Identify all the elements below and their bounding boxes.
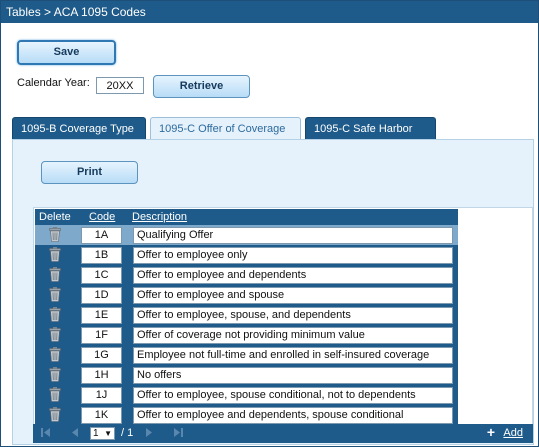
trash-icon[interactable] <box>49 347 61 362</box>
trash-icon[interactable] <box>49 327 61 342</box>
table-row[interactable]: 1H No offers <box>35 365 458 385</box>
table-row[interactable]: 1K Offer to employee and dependents, spou… <box>35 405 458 425</box>
code-field[interactable]: 1D <box>81 287 122 304</box>
trash-icon[interactable] <box>49 307 61 322</box>
print-button[interactable]: Print <box>41 161 138 184</box>
retrieve-button[interactable]: Retrieve <box>153 75 250 98</box>
column-header-delete: Delete <box>39 211 71 223</box>
code-field[interactable]: 1F <box>81 327 122 344</box>
code-field[interactable]: 1B <box>81 247 122 264</box>
code-field[interactable]: 1A <box>81 227 122 244</box>
tab-1095c-safe-harbor[interactable]: 1095-C Safe Harbor <box>305 117 436 140</box>
codes-grid: Delete Code Description 1A Qualifying Off… <box>33 207 533 443</box>
calendar-year-input[interactable] <box>96 77 144 94</box>
first-page-icon[interactable] <box>41 427 51 442</box>
description-field[interactable]: Employee not full-time and enrolled in s… <box>133 347 453 364</box>
table-row[interactable]: 1F Offer of coverage not providing minimu… <box>35 325 458 345</box>
code-field[interactable]: 1J <box>81 387 122 404</box>
prev-page-icon[interactable] <box>71 427 79 442</box>
add-link[interactable]: Add <box>503 427 523 440</box>
description-field[interactable]: Offer of coverage not providing minimum … <box>133 327 453 344</box>
table-row[interactable]: 1G Employee not full-time and enrolled in… <box>35 345 458 365</box>
code-field[interactable]: 1K <box>81 407 122 424</box>
code-field[interactable]: 1H <box>81 367 122 384</box>
plus-icon[interactable]: + <box>487 425 495 440</box>
page-total: / 1 <box>121 427 134 439</box>
code-field[interactable]: 1E <box>81 307 122 324</box>
page-select[interactable]: 1 ▼ <box>90 427 115 440</box>
description-field[interactable]: Offer to employee and spouse <box>133 287 453 304</box>
chevron-down-icon: ▼ <box>104 429 112 438</box>
description-field[interactable]: Offer to employee, spouse, and dependent… <box>133 307 453 324</box>
save-button[interactable]: Save <box>17 40 116 65</box>
table-row[interactable]: 1D Offer to employee and spouse <box>35 285 458 305</box>
table-row[interactable]: 1B Offer to employee only <box>35 245 458 265</box>
description-field[interactable]: Offer to employee, spouse conditional, n… <box>133 387 453 404</box>
column-header-code[interactable]: Code <box>89 210 115 224</box>
grid-header: Delete Code Description <box>35 209 458 225</box>
trash-icon[interactable] <box>49 387 61 402</box>
trash-icon[interactable] <box>49 247 61 262</box>
trash-icon[interactable] <box>49 367 61 382</box>
page-select-value: 1 <box>93 428 99 439</box>
grid-pager: 1 ▼ / 1 + Add <box>33 424 533 443</box>
table-row[interactable]: 1J Offer to employee, spouse conditional,… <box>35 385 458 405</box>
trash-icon[interactable] <box>49 287 61 302</box>
table-row[interactable]: 1A Qualifying Offer <box>35 225 458 245</box>
description-field[interactable]: Offer to employee and dependents, spouse… <box>133 407 453 424</box>
code-field[interactable]: 1G <box>81 347 122 364</box>
description-field[interactable]: Offer to employee only <box>133 247 453 264</box>
trash-icon[interactable] <box>49 407 61 422</box>
description-field[interactable]: No offers <box>133 367 453 384</box>
tab-1095c-offer-of-coverage[interactable]: 1095-C Offer of Coverage <box>150 117 301 141</box>
description-field[interactable]: Offer to employee and dependents <box>133 267 453 284</box>
code-field[interactable]: 1C <box>81 267 122 284</box>
table-row[interactable]: 1E Offer to employee, spouse, and depende… <box>35 305 458 325</box>
trash-icon[interactable] <box>49 227 61 242</box>
column-header-description[interactable]: Description <box>132 210 187 224</box>
trash-icon[interactable] <box>49 267 61 282</box>
description-field[interactable]: Qualifying Offer <box>133 227 453 244</box>
last-page-icon[interactable] <box>173 427 183 442</box>
breadcrumb: Tables > ACA 1095 Codes <box>1 1 538 23</box>
calendar-year-label: Calendar Year: <box>17 77 90 89</box>
tab-1095b-coverage-type[interactable]: 1095-B Coverage Type <box>12 117 146 140</box>
table-row[interactable]: 1C Offer to employee and dependents <box>35 265 458 285</box>
next-page-icon[interactable] <box>145 427 153 442</box>
